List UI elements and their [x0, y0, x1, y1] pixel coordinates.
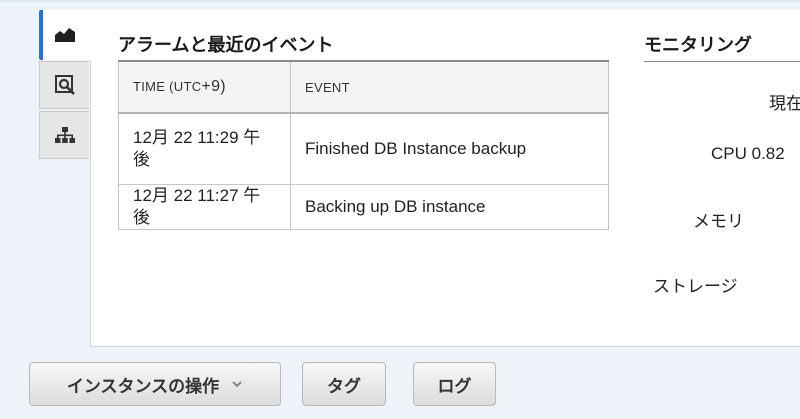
event-description-cell: Finished DB Instance backup [290, 112, 609, 185]
table-row: 12月 22 11:29 午後 Finished DB Instance bac… [118, 112, 609, 185]
logs-label: ログ [437, 376, 472, 396]
instance-actions-label: インスタンスの操作 [66, 376, 220, 396]
monitoring-divider [644, 61, 800, 62]
events-section-title: アラームと最近のイベント [118, 35, 334, 55]
column-header-time[interactable]: TIME (UTC+9) [118, 60, 291, 114]
events-table-header: TIME (UTC+9) EVENT [118, 60, 609, 114]
tab-monitoring[interactable] [39, 10, 91, 60]
monitoring-section-title: モニタリング [644, 35, 752, 55]
event-time-cell: 12月 22 11:27 午後 [118, 183, 291, 230]
tab-topology[interactable] [39, 111, 89, 159]
hierarchy-icon [54, 127, 75, 143]
storage-metric-label: ストレージ [653, 277, 738, 296]
memory-metric-label: メモリ [693, 212, 744, 231]
current-column-label: 現在 [769, 94, 800, 113]
magnifier-icon [54, 75, 75, 95]
time-header-utc: UTC [173, 79, 202, 94]
instance-actions-button[interactable]: インスタンスの操作 [29, 362, 281, 406]
tags-button[interactable]: タグ [302, 362, 386, 406]
tab-details[interactable] [39, 61, 89, 109]
top-divider [0, 0, 800, 2]
cpu-metric-label: CPU 0.82 [711, 144, 785, 163]
monitoring-panel: アラームと最近のイベント TIME (UTC+9) EVENT 12月 22 1… [90, 10, 800, 347]
time-header-suffix: +9) [201, 78, 226, 95]
event-description-cell: Backing up DB instance [290, 183, 609, 230]
rds-instance-page: アラームと最近のイベント TIME (UTC+9) EVENT 12月 22 1… [0, 0, 800, 419]
column-header-event[interactable]: EVENT [290, 60, 609, 114]
chevron-down-icon [232, 381, 242, 388]
logs-button[interactable]: ログ [413, 362, 496, 406]
table-row: 12月 22 11:27 午後 Backing up DB instance [118, 183, 609, 230]
tags-label: タグ [327, 376, 361, 396]
area-chart-icon [55, 28, 75, 42]
events-table: TIME (UTC+9) EVENT 12月 22 11:29 午後 Finis… [118, 60, 609, 230]
time-header-prefix: TIME ( [133, 79, 174, 94]
event-time-cell: 12月 22 11:29 午後 [118, 112, 291, 185]
